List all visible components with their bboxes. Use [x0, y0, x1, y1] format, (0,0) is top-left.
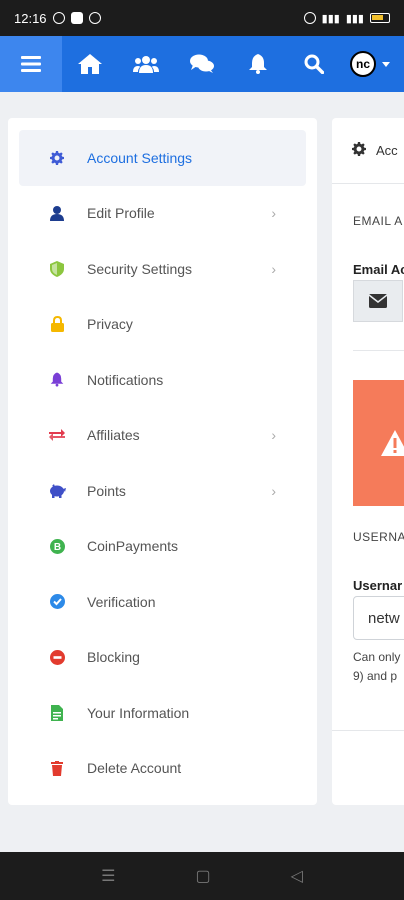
help-text-line: 9) and p	[353, 669, 398, 683]
username-help-text: Can only 9) and p	[353, 648, 404, 686]
gear-icon	[47, 148, 67, 168]
chevron-right-icon: ›	[271, 427, 276, 444]
chevron-right-icon: ›	[271, 482, 276, 499]
members-button[interactable]	[118, 36, 174, 92]
search-icon	[304, 54, 324, 74]
home-system-button[interactable]: ▢	[195, 866, 210, 886]
chevron-down-icon	[382, 61, 390, 67]
sidebar-item-label: CoinPayments	[87, 538, 179, 555]
username-input[interactable]: netw	[353, 596, 404, 640]
check-badge-icon	[47, 592, 67, 612]
signal-icon: ▮▮▮	[321, 12, 340, 25]
battery-icon	[370, 13, 390, 23]
android-navigation-bar: ☰ ▢ ◁	[0, 852, 404, 900]
bell-icon	[249, 54, 267, 74]
username-field-label: Usernar	[353, 578, 403, 593]
help-text-line: Can only	[353, 650, 401, 664]
divider	[332, 730, 404, 731]
top-navigation: nc	[0, 36, 404, 92]
vpn-icon	[88, 12, 101, 24]
account-settings-panel: Acc EMAIL A Email Ac USERNA Usernar netw…	[332, 118, 404, 805]
status-bar: 12:16 ▮▮▮ ▮▮▮	[0, 0, 404, 36]
sidebar-item-label: Account Settings	[87, 149, 193, 166]
notification-icon	[52, 12, 65, 24]
sidebar-item-label: Delete Account	[87, 760, 182, 777]
sidebar-item-security-settings[interactable]: Security Settings ›	[19, 241, 306, 297]
recent-apps-button[interactable]: ☰	[101, 866, 115, 886]
trash-icon	[47, 758, 67, 778]
messages-button[interactable]	[174, 36, 230, 92]
username-section-label: USERNA	[353, 530, 404, 544]
sidebar-item-your-information[interactable]: Your Information	[19, 685, 306, 741]
sidebar-item-account-settings[interactable]: Account Settings	[19, 130, 306, 186]
sidebar-item-delete-account[interactable]: Delete Account	[19, 741, 306, 797]
email-button[interactable]	[353, 280, 403, 322]
menu-button[interactable]	[0, 36, 62, 92]
sidebar-item-label: Security Settings	[87, 260, 193, 277]
sidebar-item-points[interactable]: Points ›	[19, 463, 306, 519]
app-notification-icon	[70, 12, 83, 24]
user-icon	[47, 203, 67, 223]
status-time: 12:16	[14, 10, 47, 26]
user-menu[interactable]: nc	[350, 51, 390, 77]
chevron-right-icon: ›	[271, 260, 276, 277]
chevron-right-icon: ›	[271, 205, 276, 222]
bell-icon	[47, 370, 67, 390]
document-icon	[47, 703, 67, 723]
sidebar-item-label: Your Information	[87, 704, 190, 721]
sidebar-item-label: Blocking	[87, 649, 140, 666]
envelope-icon	[369, 294, 387, 308]
sidebar-item-label: Points	[87, 482, 126, 499]
sidebar-item-label: Privacy	[87, 316, 133, 333]
sidebar-item-label: Verification	[87, 593, 156, 610]
signal-icon-2: ▮▮▮	[345, 12, 364, 25]
block-icon	[47, 647, 67, 667]
sidebar-item-privacy[interactable]: Privacy	[19, 297, 306, 353]
home-icon	[78, 54, 102, 74]
sidebar-item-label: Edit Profile	[87, 205, 155, 222]
settings-sidebar: Account Settings Edit Profile › Security Se…	[8, 118, 317, 805]
exchange-icon	[47, 425, 67, 445]
email-field-label: Email Ac	[353, 262, 404, 277]
piggy-bank-icon	[47, 481, 67, 501]
sidebar-item-coinpayments[interactable]: B CoinPayments	[19, 519, 306, 575]
sidebar-item-affiliates[interactable]: Affiliates ›	[19, 408, 306, 464]
users-icon	[133, 56, 159, 73]
sidebar-item-verification[interactable]: Verification	[19, 574, 306, 630]
sidebar-item-notifications[interactable]: Notifications	[19, 352, 306, 408]
sidebar-item-label: Notifications	[87, 371, 164, 388]
shield-icon	[47, 259, 67, 279]
bitcoin-icon: B	[47, 536, 67, 556]
panel-title: Acc	[376, 143, 398, 158]
alarm-icon	[303, 12, 316, 24]
email-section-label: EMAIL A	[353, 214, 403, 228]
sidebar-item-label: Affiliates	[87, 427, 140, 444]
notifications-button[interactable]	[230, 36, 286, 92]
sidebar-item-blocking[interactable]: Blocking	[19, 630, 306, 686]
hamburger-icon	[21, 56, 41, 72]
avatar: nc	[350, 51, 376, 77]
warning-icon	[381, 430, 404, 456]
warning-alert	[353, 380, 404, 506]
lock-icon	[47, 314, 67, 334]
divider	[353, 350, 404, 351]
gear-icon	[352, 142, 366, 159]
search-button[interactable]	[286, 36, 342, 92]
home-button[interactable]	[62, 36, 118, 92]
sidebar-item-edit-profile[interactable]: Edit Profile ›	[19, 186, 306, 242]
panel-header: Acc	[332, 118, 404, 184]
back-button[interactable]: ◁	[291, 866, 303, 886]
svg-text:B: B	[53, 542, 60, 553]
chat-icon	[190, 54, 214, 73]
